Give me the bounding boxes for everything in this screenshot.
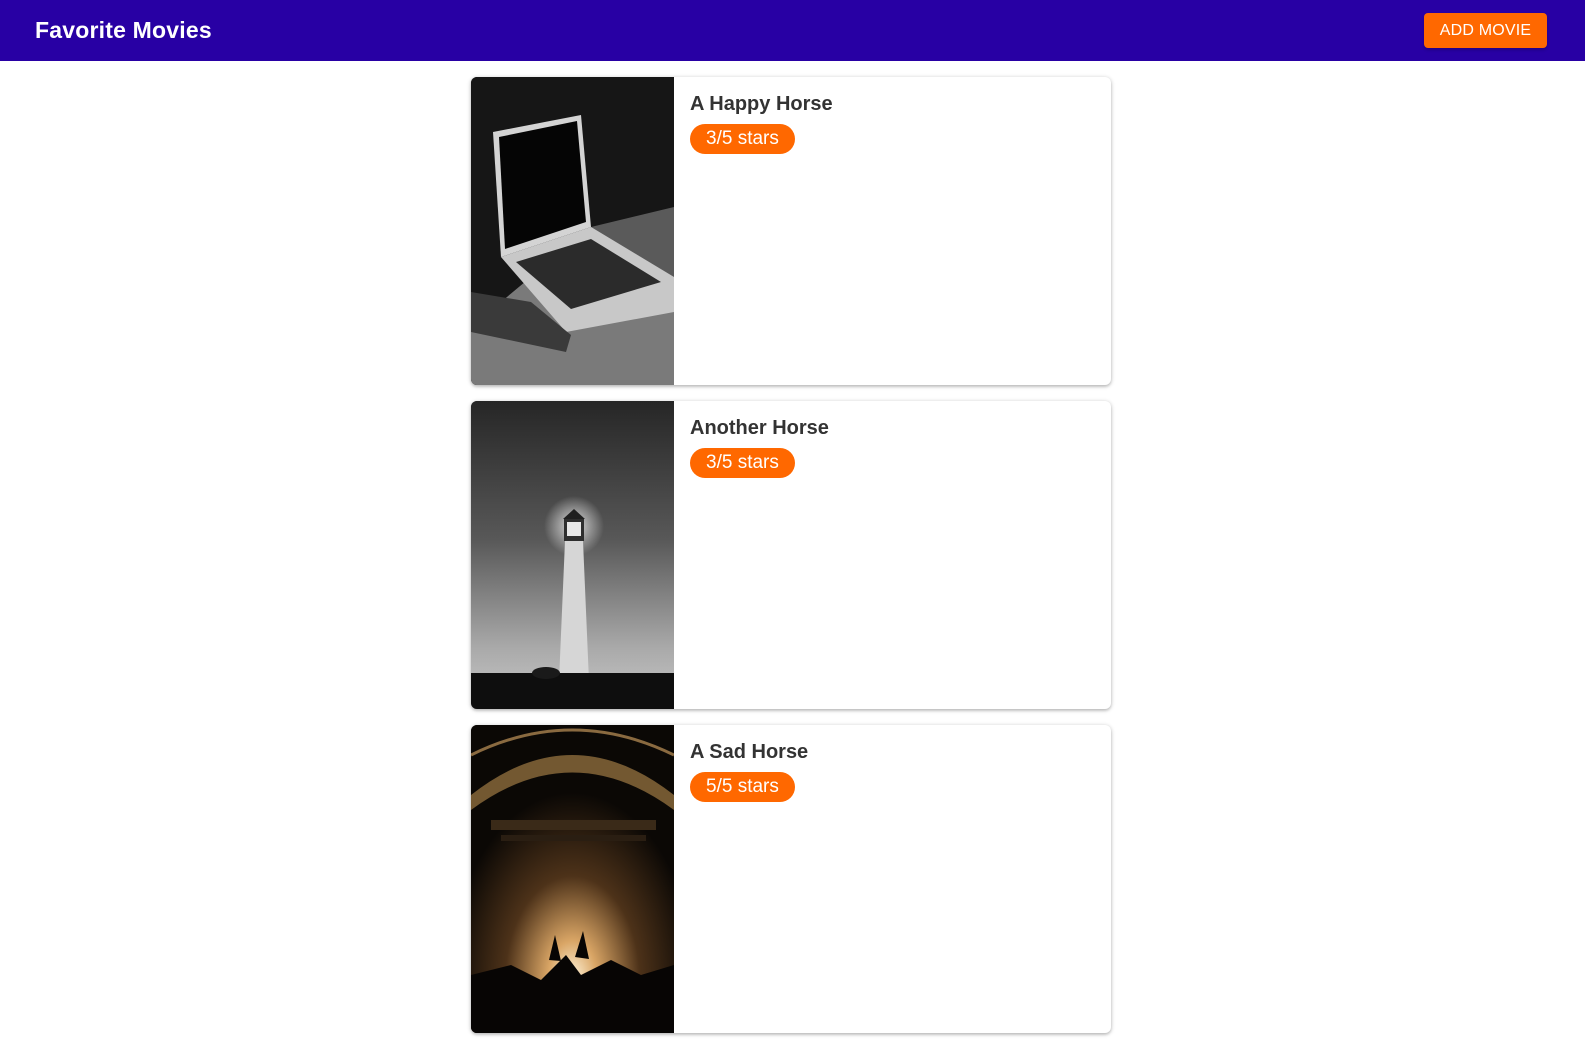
movie-card[interactable]: A Happy Horse 3/5 stars — [471, 77, 1111, 385]
laptop-photo-art — [471, 77, 674, 385]
add-movie-button[interactable]: ADD MOVIE — [1424, 13, 1547, 48]
lighthouse-photo-art — [471, 401, 674, 709]
movie-title: A Sad Horse — [690, 741, 809, 763]
movie-card-body: Another Horse 3/5 stars — [674, 401, 1111, 709]
movie-card-body: A Happy Horse 3/5 stars — [674, 77, 1111, 385]
app-bar: Favorite Movies ADD MOVIE — [0, 0, 1585, 61]
movie-title: Another Horse — [690, 417, 829, 439]
movie-card-body: A Sad Horse 5/5 stars — [674, 725, 1111, 1033]
movie-poster-lighthouse-image — [471, 401, 674, 709]
app-title: Favorite Movies — [35, 17, 212, 43]
movie-title: A Happy Horse — [690, 93, 833, 115]
rating-badge: 5/5 stars — [690, 772, 795, 802]
rating-badge: 3/5 stars — [690, 448, 795, 478]
movie-poster-laptop-image — [471, 77, 674, 385]
movie-list: A Happy Horse 3/5 stars Another Horse 3/… — [471, 77, 1111, 1049]
movie-card[interactable]: Another Horse 3/5 stars — [471, 401, 1111, 709]
concert-photo-art — [471, 725, 674, 1033]
movie-card[interactable]: A Sad Horse 5/5 stars — [471, 725, 1111, 1033]
rating-badge: 3/5 stars — [690, 124, 795, 154]
movie-poster-concert-image — [471, 725, 674, 1033]
